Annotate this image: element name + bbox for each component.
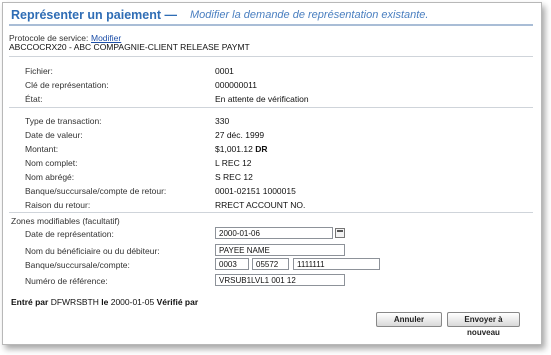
- return-reason-label: Raison du retour:: [25, 200, 91, 210]
- return-account-label: Banque/succursale/compte de retour:: [25, 186, 167, 196]
- divider: [9, 107, 533, 108]
- reference-number-label: Numéro de référence:: [25, 276, 108, 286]
- resend-button[interactable]: Envoyer à nouveau: [447, 312, 520, 337]
- value-date-label: Date de valeur:: [25, 130, 83, 140]
- page-subtitle: Modifier la demande de représentation ex…: [190, 9, 429, 21]
- representation-date-label: Date de représentation:: [25, 229, 114, 239]
- protocol-value: ABCCOCRX20 - ABC COMPAGNIE-CLIENT RELEAS…: [9, 42, 250, 52]
- payee-name-input[interactable]: PAYEE NAME: [215, 244, 345, 256]
- amount-label: Montant:: [25, 144, 59, 154]
- short-name-label: Nom abrégé:: [25, 172, 75, 182]
- divider: [9, 56, 533, 57]
- bank-account-label: Banque/succursale/compte:: [25, 260, 130, 270]
- entry-info: Entré par DFWRSBTH le 2000-01-05 Vérifié…: [11, 297, 199, 307]
- page-title: Représenter un paiement —: [11, 8, 178, 22]
- file-label: Fichier:: [25, 66, 53, 76]
- main-panel: Représenter un paiement — Modifier la de…: [2, 2, 542, 345]
- calendar-icon[interactable]: [335, 228, 345, 238]
- account-number-input[interactable]: 1111111: [293, 258, 380, 270]
- amount-value: $1,001.12 DR: [215, 144, 268, 154]
- editable-section-title: Zones modifiables (facultatif): [11, 216, 120, 226]
- short-name-value: S REC 12: [215, 172, 253, 182]
- key-value: 000000011: [215, 80, 257, 90]
- full-name-value: L REC 12: [215, 158, 252, 168]
- representation-date-input[interactable]: 2000-01-06: [215, 227, 333, 239]
- page-header: Représenter un paiement — Modifier la de…: [9, 8, 533, 26]
- status-label: État:: [25, 94, 43, 104]
- transaction-type-value: 330: [215, 116, 230, 126]
- full-name-label: Nom complet:: [25, 158, 78, 168]
- return-reason-value: RRECT ACCOUNT NO.: [215, 200, 306, 210]
- status-value: En attente de vérification: [215, 94, 309, 104]
- divider: [9, 212, 533, 213]
- payee-label: Nom du bénéficiaire ou du débiteur:: [25, 246, 160, 256]
- branch-number-input[interactable]: 05572: [252, 258, 289, 270]
- value-date-value: 27 déc. 1999: [215, 130, 265, 140]
- bank-number-input[interactable]: 0003: [215, 258, 249, 270]
- amount-dr-suffix: DR: [255, 144, 268, 154]
- return-account-value: 0001-02151 1000015: [215, 186, 296, 196]
- file-value: 0001: [215, 66, 234, 76]
- cancel-button[interactable]: Annuler: [376, 312, 442, 327]
- key-label: Clé de représentation:: [25, 80, 109, 90]
- transaction-type-label: Type de transaction:: [25, 116, 102, 126]
- reference-number-input[interactable]: VRSUB1LVL1 001 12: [215, 274, 345, 286]
